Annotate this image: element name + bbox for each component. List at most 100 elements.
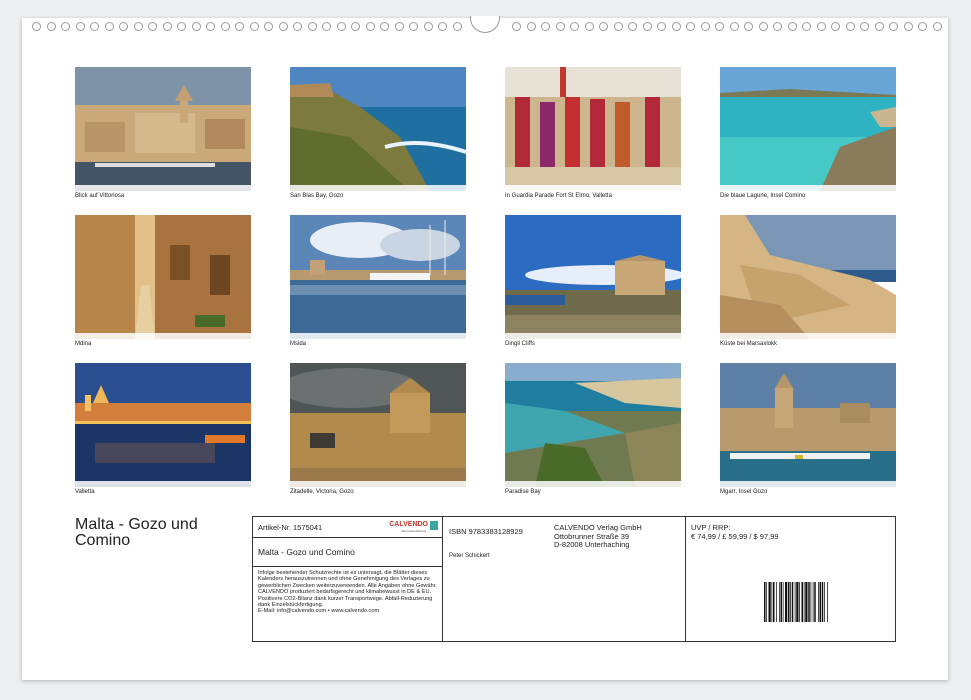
binding-ring [235,22,244,31]
photo-caption: Blick auf Vittoriosa [75,193,125,199]
binding-ring [555,22,565,31]
binding-ring [61,22,70,31]
binding-ring [860,22,869,31]
author: Peter Schickert [449,553,490,559]
photo-caption: Die blaue Lagune, Insel Comino [720,193,806,199]
binding-ring [409,22,418,31]
binding-ring [657,22,666,31]
binding-ring [293,22,302,31]
binding-ring [541,22,550,31]
contact-line: E-Mail: info@calvendo.com • www.calvendo… [258,608,380,615]
binding-ring [918,22,927,31]
binding-ring [32,22,41,31]
photo-caption: Mgarr, Insel Gozo [720,489,768,495]
binding-ring [206,22,215,31]
binding-ring [831,22,840,31]
calvendo-flag-icon [430,521,438,530]
calendar-photo-9 [75,363,251,487]
binding-ring [773,22,782,31]
binding-ring [380,22,389,31]
photo-caption: Dingli Cliffs [505,341,535,347]
calvendo-logo-sub: Das Kalenderhaus [401,529,426,533]
photo-caption: Valletta [75,489,95,495]
binding-ring [336,22,346,31]
binding-ring [932,22,942,31]
month-day-strip [505,185,681,191]
binding-ring [787,22,797,31]
binding-ring [584,22,594,31]
binding-ring [715,22,724,31]
binding-ring [802,22,811,31]
binding-ring [512,22,521,31]
month-day-strip [505,333,681,339]
binding-ring [903,22,913,31]
binding-ring [307,22,317,31]
photo-caption: Paradise Bay [505,489,541,495]
calendar-photo-1 [75,67,251,191]
legal-text: Infolge bestehender Schutzrechte ist es … [258,570,437,615]
binding-ring [365,22,375,31]
calvendo-logo: CALVENDO [389,521,428,528]
month-day-strip [720,481,896,487]
info-column-1: Artikel-Nr. 1575041 CALVENDO Das Kalende… [253,517,443,641]
binding-ring [162,22,172,31]
calendar-photo-3 [505,67,681,191]
calendar-photo-2 [290,67,466,191]
calendar-photo-8 [720,215,896,339]
binding-ring [220,22,230,31]
calendar-back-page: Blick auf Vittoriosa San Blas Bay, Gozo … [22,16,948,680]
photo-caption: Küste bei Marsaxlokk [720,341,778,347]
binding-ring [613,22,623,31]
calendar-photo-12 [720,363,896,487]
calendar-photo-11 [505,363,681,487]
binding-ring [191,22,201,31]
price-values: € 74,99 / £ 59,99 / $ 97,99 [691,531,779,541]
binding-ring [249,22,259,31]
info-column-2: ISBN 9783383128929 Peter Schickert CALVE… [443,517,686,641]
photo-caption: In Guardia Parade Fort St Elmo, Valletta [505,193,612,199]
binding-ring [177,22,186,31]
binding-ring [75,22,85,31]
binding-ring [104,22,114,31]
binding-ring [394,22,404,31]
month-day-strip [290,185,466,191]
binding-ring [570,22,579,31]
binding-ring [816,22,826,31]
binding-ring [729,22,739,31]
barcode-icon [764,582,828,622]
binding-ring [264,22,273,31]
photo-caption: Msida [290,341,307,347]
binding-ring [642,22,652,31]
binding-ring [526,22,536,31]
photo-caption: Mdina [75,341,92,347]
price-block: UVP / RRP: € 74,99 / £ 59,99 / $ 97,99 [691,523,779,541]
binding-ring [351,22,360,31]
binding-ring [686,22,695,31]
binding-ring [46,22,56,31]
binding-ring [628,22,637,31]
photo-caption: San Blas Bay, Gozo [290,193,344,199]
binding-ring [671,22,681,31]
binding-ring [874,22,884,31]
month-day-strip [75,185,251,191]
binding-ring [845,22,855,31]
binding-ring [278,22,288,31]
article-number: Artikel-Nr. 1575041 [258,523,323,532]
binding-ring [148,22,157,31]
calendar-title: Malta - Gozo und Comino [75,516,198,549]
photo-caption: Zitadelle, Victoria, Gozo [290,489,354,495]
product-info-box: Artikel-Nr. 1575041 CALVENDO Das Kalende… [252,516,896,642]
month-day-strip [75,481,251,487]
binding-ring [700,22,710,31]
info-column-3: UVP / RRP: € 74,99 / £ 59,99 / $ 97,99 [686,517,895,641]
month-day-strip [720,333,896,339]
calendar-photo-10 [290,363,466,487]
calendar-photo-6 [290,215,466,339]
binding-ring [423,22,433,31]
month-day-strip [75,333,251,339]
calendar-photo-7 [505,215,681,339]
binding-ring [322,22,331,31]
month-day-strip [290,481,466,487]
binding-ring [889,22,898,31]
calendar-photo-5 [75,215,251,339]
